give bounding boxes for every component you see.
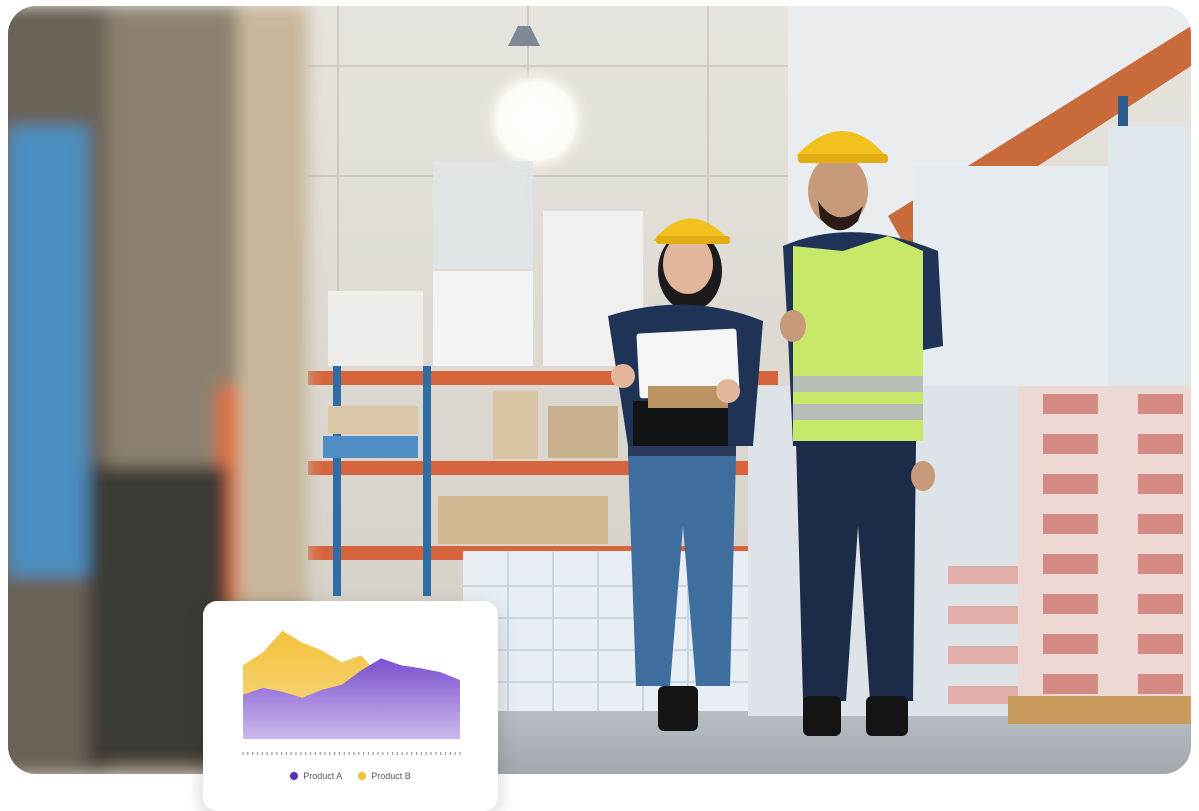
x-axis-tick [319, 752, 321, 755]
x-axis-tick [459, 752, 461, 755]
legend-item-product-b: Product B [358, 771, 411, 781]
area-chart [242, 630, 461, 755]
x-axis-tick [420, 752, 422, 755]
legend-label-product-a: Product A [303, 771, 343, 781]
x-axis-tick [348, 752, 350, 755]
x-axis-tick [281, 752, 283, 755]
x-axis-tick [305, 752, 307, 755]
x-axis-tick [300, 752, 302, 755]
x-axis-tick [295, 752, 297, 755]
x-axis-tick [358, 752, 360, 755]
x-axis-tick [252, 752, 254, 755]
x-axis-tick [425, 752, 427, 755]
x-axis-tick [343, 752, 345, 755]
x-axis-tick [396, 752, 398, 755]
x-axis-tick [338, 752, 340, 755]
sales-chart-card: Product A Product B [203, 601, 498, 811]
x-axis-tick [329, 752, 331, 755]
x-axis-tick [261, 752, 263, 755]
x-axis-tick [324, 752, 326, 755]
x-axis-tick [411, 752, 413, 755]
x-axis-tick [367, 752, 369, 755]
legend-label-product-b: Product B [371, 771, 411, 781]
x-axis-tick [266, 752, 268, 755]
x-axis-tick [416, 752, 418, 755]
x-axis-tick [276, 752, 278, 755]
x-axis-tick [314, 752, 316, 755]
x-axis-tick [256, 752, 259, 755]
x-axis-tick [363, 752, 365, 755]
legend-item-product-a: Product A [290, 771, 342, 781]
x-axis-tick [444, 752, 447, 755]
legend-dot-product-b [358, 772, 367, 780]
x-axis-tick [401, 752, 403, 755]
hero-photo [8, 6, 1191, 774]
x-axis-tick [454, 752, 456, 755]
x-axis-tick [435, 752, 437, 755]
x-axis-tick [271, 752, 273, 755]
x-axis-tick [290, 752, 292, 755]
x-axis-tick [242, 752, 244, 755]
x-axis-tick [372, 752, 374, 755]
x-axis-tick [449, 752, 451, 755]
x-axis-tick [430, 752, 432, 755]
warehouse-photo [8, 6, 1191, 774]
x-axis-tick [377, 752, 379, 755]
x-axis-tick [391, 752, 394, 755]
x-axis-tick [382, 752, 384, 755]
x-axis-tick [406, 752, 408, 755]
x-axis-tick [440, 752, 442, 755]
x-axis-tick [285, 752, 287, 755]
x-axis-tick [387, 752, 389, 755]
x-axis-tick [247, 752, 249, 755]
chart-legend: Product A Product B [203, 771, 498, 781]
x-axis-tick [353, 752, 355, 755]
x-axis-tick [334, 752, 336, 755]
x-axis-tick [309, 752, 312, 755]
legend-dot-product-a [290, 772, 299, 780]
